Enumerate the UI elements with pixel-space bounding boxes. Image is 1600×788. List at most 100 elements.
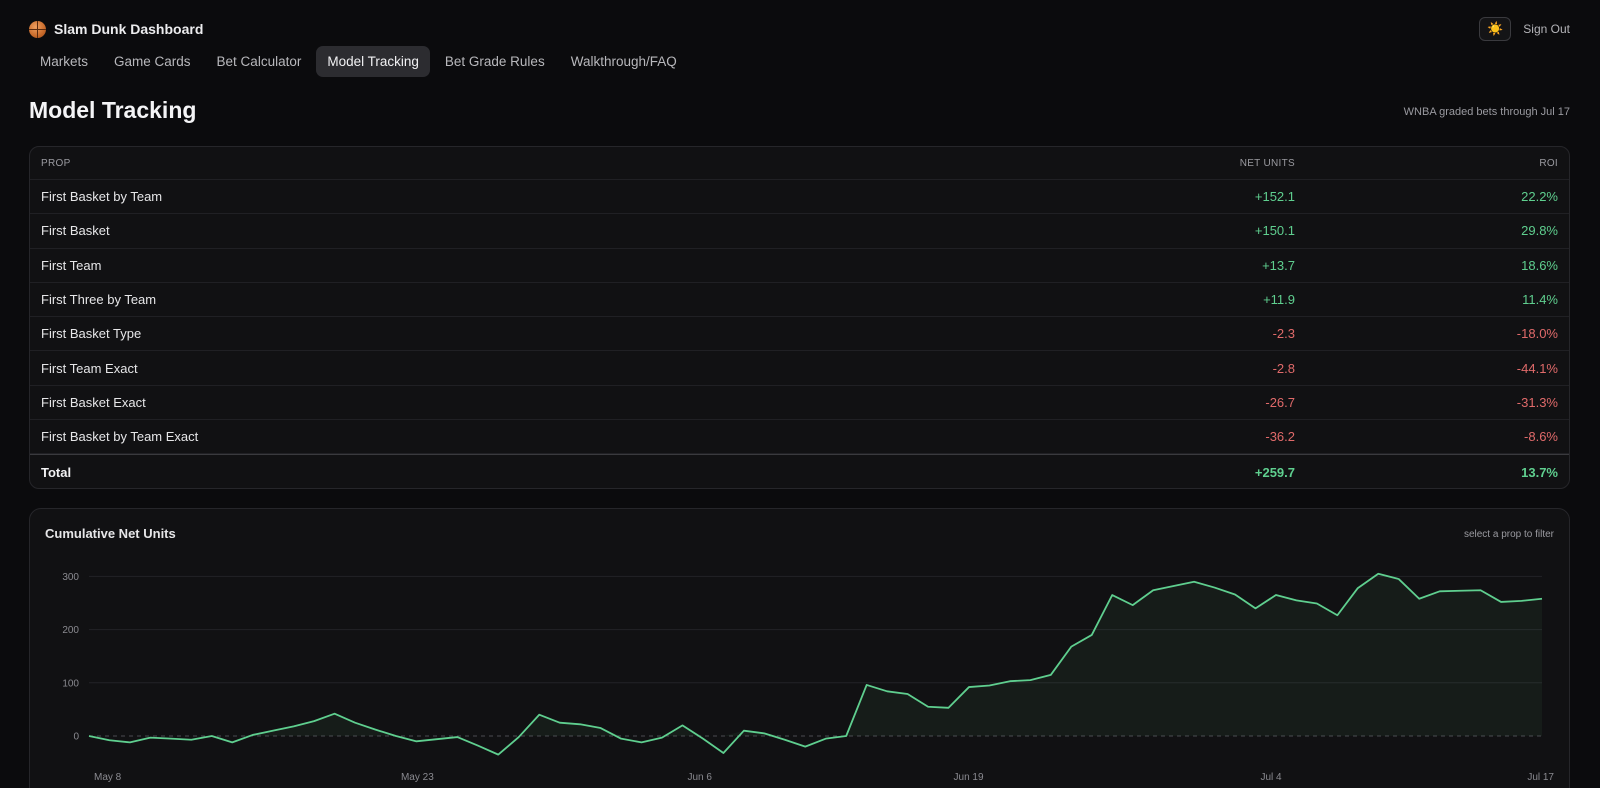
total-roi: 13.7% — [1521, 464, 1558, 480]
data-point[interactable] — [250, 732, 255, 737]
data-point[interactable] — [885, 689, 890, 694]
data-point[interactable] — [332, 711, 337, 716]
data-point[interactable] — [1253, 606, 1258, 611]
data-point[interactable] — [1478, 588, 1483, 593]
data-point[interactable] — [823, 736, 828, 741]
data-point[interactable] — [1110, 593, 1115, 598]
data-point[interactable] — [864, 682, 869, 687]
data-point[interactable] — [1519, 598, 1524, 603]
table-row[interactable]: First Team Exact -2.8 -44.1% — [30, 351, 1569, 386]
data-point[interactable] — [619, 736, 624, 741]
data-point[interactable] — [496, 752, 501, 757]
data-point[interactable] — [1376, 571, 1381, 576]
data-point[interactable] — [1212, 585, 1217, 590]
table-row[interactable]: First Basket by Team +152.1 22.2% — [30, 180, 1569, 215]
data-point[interactable] — [1335, 613, 1340, 618]
data-point[interactable] — [639, 740, 644, 745]
data-point[interactable] — [987, 683, 992, 688]
data-point[interactable] — [803, 744, 808, 749]
data-point[interactable] — [189, 737, 194, 742]
data-point[interactable] — [209, 734, 214, 739]
data-point[interactable] — [475, 743, 480, 748]
nav-tab-markets[interactable]: Markets — [29, 46, 99, 77]
data-point[interactable] — [1396, 577, 1401, 582]
data-point[interactable] — [393, 734, 398, 739]
data-point[interactable] — [87, 734, 92, 739]
y-tick-label: 200 — [62, 625, 79, 636]
table-row[interactable]: First Basket by Team Exact -36.2 -8.6% — [30, 420, 1569, 455]
column-header-net-units[interactable]: NET UNITS — [1240, 158, 1295, 169]
data-point[interactable] — [1192, 579, 1197, 584]
data-point[interactable] — [414, 739, 419, 744]
data-point[interactable] — [844, 734, 849, 739]
data-point[interactable] — [373, 727, 378, 732]
data-point[interactable] — [966, 685, 971, 690]
data-point[interactable] — [291, 724, 296, 729]
data-point[interactable] — [353, 720, 358, 725]
row-roi: -44.1% — [1516, 360, 1558, 376]
table-row[interactable]: First Basket +150.1 29.8% — [30, 214, 1569, 249]
data-point[interactable] — [680, 723, 685, 728]
data-point[interactable] — [741, 728, 746, 733]
data-point[interactable] — [1499, 599, 1504, 604]
data-point[interactable] — [700, 736, 705, 741]
data-point[interactable] — [578, 722, 583, 727]
column-header-prop[interactable]: PROP — [41, 158, 71, 169]
data-point[interactable] — [1314, 601, 1319, 606]
cumulative-units-chart[interactable]: 0 100 200 300 May 8 May 23 Jun 6 Jun 19 Jul 4 Jul… — [30, 509, 1570, 788]
nav-tab-bet-grade-rules[interactable]: Bet Grade Rules — [434, 46, 556, 77]
table-row[interactable]: First Basket Type -2.3 -18.0% — [30, 317, 1569, 352]
data-point[interactable] — [1007, 679, 1012, 684]
cumulative-units-chart-card: Cumulative Net Units select a prop to fi… — [29, 508, 1570, 788]
data-point[interactable] — [230, 740, 235, 745]
data-point[interactable] — [782, 737, 787, 742]
data-point[interactable] — [1151, 588, 1156, 593]
data-point[interactable] — [1417, 596, 1422, 601]
data-point[interactable] — [1048, 672, 1053, 677]
total-net-units: +259.7 — [1254, 464, 1295, 480]
data-point[interactable] — [1069, 644, 1074, 649]
data-point[interactable] — [1130, 603, 1135, 608]
data-point[interactable] — [537, 712, 542, 717]
nav-tab-model-tracking[interactable]: Model Tracking — [316, 46, 430, 77]
data-point[interactable] — [598, 726, 603, 731]
data-point[interactable] — [312, 719, 317, 724]
brand[interactable]: Slam Dunk Dashboard — [29, 20, 203, 38]
data-point[interactable] — [1028, 678, 1033, 683]
data-point[interactable] — [1171, 583, 1176, 588]
theme-toggle-button[interactable]: ☀️ — [1479, 17, 1512, 41]
data-point[interactable] — [1540, 596, 1545, 601]
table-row[interactable]: First Team +13.7 18.6% — [30, 249, 1569, 283]
nav-tab-walkthrough-faq[interactable]: Walkthrough/FAQ — [560, 46, 688, 77]
nav-tab-bet-calculator[interactable]: Bet Calculator — [206, 46, 313, 77]
data-point[interactable] — [1089, 632, 1094, 637]
column-header-roi[interactable]: ROI — [1539, 158, 1558, 169]
row-roi: 18.6% — [1521, 257, 1558, 273]
sign-out-button[interactable]: Sign Out — [1523, 22, 1570, 36]
data-point[interactable] — [660, 735, 665, 740]
data-point[interactable] — [148, 735, 153, 740]
data-point[interactable] — [1458, 588, 1463, 593]
data-point[interactable] — [762, 731, 767, 736]
data-point[interactable] — [127, 740, 132, 745]
data-point[interactable] — [1437, 589, 1442, 594]
data-point[interactable] — [926, 704, 931, 709]
data-point[interactable] — [516, 735, 521, 740]
data-point[interactable] — [271, 728, 276, 733]
nav-tab-game-cards[interactable]: Game Cards — [103, 46, 202, 77]
data-point[interactable] — [107, 738, 112, 743]
data-point[interactable] — [557, 720, 562, 725]
data-point[interactable] — [905, 691, 910, 696]
row-prop: First Basket by Team — [41, 189, 163, 205]
data-point[interactable] — [434, 737, 439, 742]
data-point[interactable] — [1355, 586, 1360, 591]
data-point[interactable] — [1233, 592, 1238, 597]
table-row[interactable]: First Basket Exact -26.7 -31.3% — [30, 386, 1569, 421]
data-point[interactable] — [946, 705, 951, 710]
data-point[interactable] — [455, 735, 460, 740]
table-row[interactable]: First Three by Team +11.9 11.4% — [30, 283, 1569, 318]
data-point[interactable] — [721, 751, 726, 756]
data-point[interactable] — [1273, 593, 1278, 598]
data-point[interactable] — [1294, 598, 1299, 603]
data-point[interactable] — [168, 736, 173, 741]
